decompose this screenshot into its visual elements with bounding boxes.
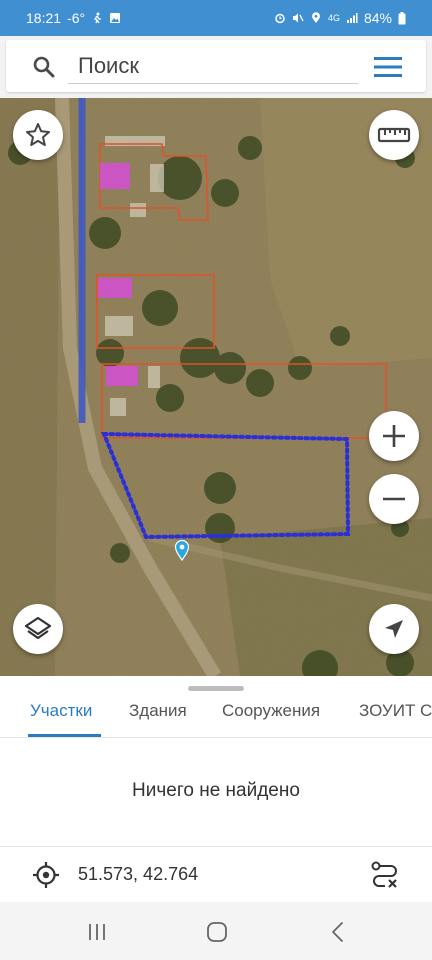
recent-apps-icon[interactable] <box>87 922 107 942</box>
empty-results-message: Ничего не найдено <box>132 780 300 801</box>
status-temperature: -6° <box>67 10 86 26</box>
map-view[interactable] <box>0 98 432 676</box>
network-type-label: 4G <box>327 13 340 23</box>
tab-buildings[interactable]: Здания <box>129 692 187 737</box>
search-input[interactable] <box>68 48 358 84</box>
star-icon <box>26 123 50 146</box>
route-icon[interactable] <box>370 861 400 889</box>
back-icon[interactable] <box>330 921 346 943</box>
active-tab-indicator <box>28 734 101 737</box>
tab-parcels[interactable]: Участки <box>30 692 92 737</box>
layers-button[interactable] <box>13 604 63 654</box>
status-bar: 18:21 -6° 4G 84% <box>0 0 432 36</box>
zoom-in-button[interactable] <box>369 411 419 461</box>
coordinates-bar: 51.573, 42.764 <box>0 846 432 902</box>
minus-icon <box>383 497 405 501</box>
map-pin-icon[interactable] <box>174 539 190 561</box>
my-location-button[interactable] <box>369 604 419 654</box>
mute-icon <box>292 13 304 23</box>
tab-zouit[interactable]: ЗОУИТ С <box>359 692 432 737</box>
location-icon <box>311 12 320 23</box>
walking-icon <box>94 12 102 24</box>
satellite-map[interactable] <box>0 98 432 676</box>
crosshair-icon[interactable] <box>32 861 60 889</box>
search-area <box>0 36 432 98</box>
signal-icon <box>346 13 358 23</box>
menu-icon[interactable] <box>372 56 404 78</box>
ruler-button[interactable] <box>369 110 419 160</box>
battery-icon <box>398 11 406 24</box>
battery-percent: 84% <box>363 10 392 26</box>
image-icon <box>110 13 121 23</box>
search-icon[interactable] <box>32 55 56 79</box>
system-navigation-bar <box>0 902 432 960</box>
ruler-icon <box>377 127 411 143</box>
coordinates-value[interactable]: 51.573, 42.764 <box>78 864 198 885</box>
zoom-out-button[interactable] <box>369 474 419 524</box>
navigation-arrow-icon <box>385 620 403 638</box>
search-bar <box>6 40 426 92</box>
category-tabs: Участки Здания Сооружения ЗОУИТ С <box>0 692 432 738</box>
tab-structures[interactable]: Сооружения <box>222 692 320 737</box>
sheet-drag-handle[interactable] <box>188 686 244 691</box>
plus-icon <box>383 425 405 447</box>
favorite-button[interactable] <box>13 110 63 160</box>
status-time: 18:21 <box>26 10 62 26</box>
alarm-icon <box>275 13 285 24</box>
home-icon[interactable] <box>206 921 228 943</box>
layers-icon <box>24 616 52 640</box>
